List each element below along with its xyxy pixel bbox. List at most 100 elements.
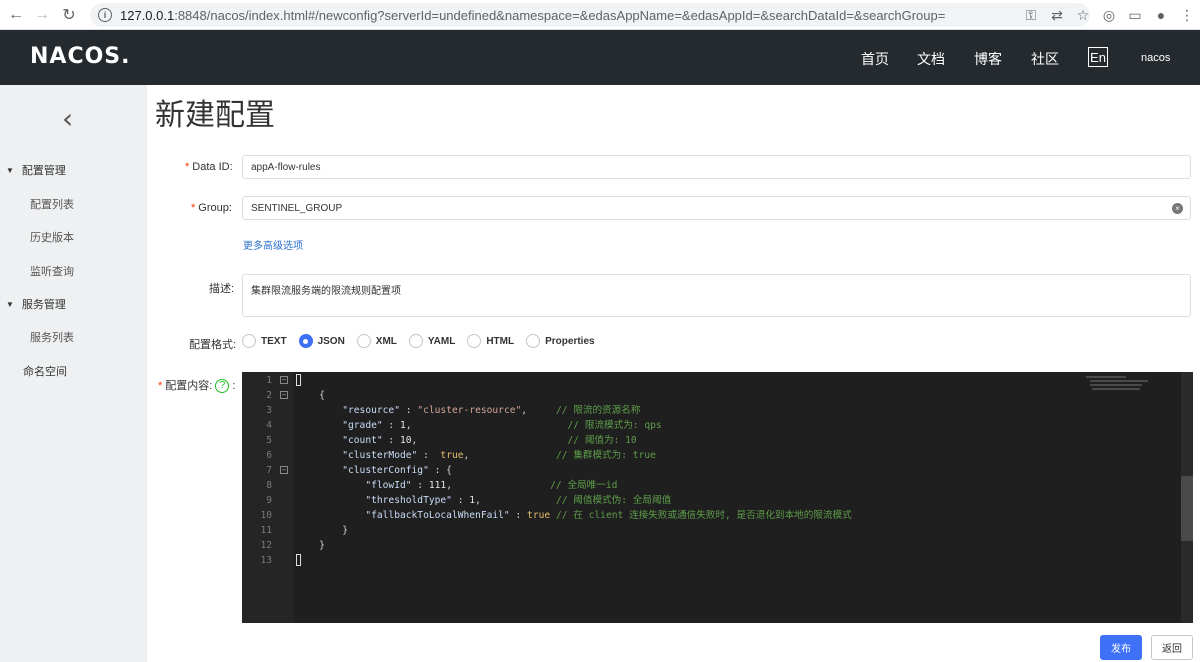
sidebar-item-listener[interactable]: 监听查询 [30, 263, 74, 279]
fold-toggle-icon[interactable]: − [280, 376, 288, 384]
caret-down-icon: ▼ [6, 165, 14, 175]
format-radio-xml[interactable]: XML [356, 334, 397, 348]
line-number: 3 [266, 405, 272, 416]
address-bar[interactable]: i 127.0.0.1:8848/nacos/index.html#/newco… [90, 3, 1090, 27]
code-line[interactable]: 2− { [242, 388, 1193, 403]
line-number: 1 [266, 375, 272, 386]
code-text: { [296, 390, 325, 401]
menu-group-service[interactable]: ▼ 服务管理 [6, 296, 66, 312]
format-radio-yaml[interactable]: YAML [408, 334, 455, 348]
help-icon[interactable]: ? [215, 379, 230, 394]
code-text: } [296, 525, 348, 536]
code-text: "flowId" : 111, // 全局唯一id [365, 480, 618, 491]
fold-toggle-icon[interactable]: − [280, 391, 288, 399]
code-text [296, 373, 301, 388]
line-number: 9 [266, 495, 272, 506]
format-radio-properties[interactable]: Properties [526, 334, 595, 348]
page-title: 新建配置 [155, 99, 275, 132]
user-name[interactable]: nacos [1141, 52, 1170, 64]
code-text: "grade" : 1, // 限流模式为: qps [342, 420, 662, 431]
format-radio-group: TEXT JSON XML YAML HTML Properties [242, 334, 607, 348]
code-text [296, 553, 301, 568]
group-input[interactable]: SENTINEL_GROUP × [242, 196, 1191, 220]
browser-toolbar: ← → ↻ i 127.0.0.1:8848/nacos/index.html#… [0, 0, 1200, 30]
line-number: 7 [266, 465, 272, 476]
menu-group-config[interactable]: ▼ 配置管理 [6, 162, 66, 178]
nav-docs[interactable]: 文档 [917, 49, 945, 69]
url-host: 127.0.0.1 [120, 7, 175, 23]
app-header: NACOS. 首页 文档 博客 社区 En nacos [0, 30, 1200, 85]
group-value: SENTINEL_GROUP [251, 202, 343, 214]
nav-community[interactable]: 社区 [1031, 49, 1059, 69]
code-line[interactable]: 8 "flowId" : 111, // 全局唯一id [242, 478, 1193, 493]
line-number: 13 [260, 555, 272, 566]
code-text: "clusterConfig" : { [342, 465, 452, 476]
code-line[interactable]: 7− "clusterConfig" : { [242, 463, 1193, 478]
code-line[interactable]: 12 } [242, 538, 1193, 553]
nav-blog[interactable]: 博客 [974, 49, 1002, 69]
code-line[interactable]: 5 "count" : 10, // 阈值为: 10 [242, 433, 1193, 448]
code-text: "resource" : "cluster-resource", // 限流的资… [342, 405, 641, 416]
data-id-input[interactable]: appA-flow-rules [242, 155, 1191, 179]
line-number: 6 [266, 450, 272, 461]
text-cursor [296, 374, 301, 386]
description-textarea[interactable]: 集群限流服务端的限流规则配置项 [242, 274, 1191, 317]
line-number: 10 [260, 510, 272, 521]
language-toggle[interactable]: En [1088, 47, 1108, 67]
sidebar-item-service-list[interactable]: 服务列表 [30, 329, 74, 345]
group-label: * Group: [191, 202, 232, 214]
url-path: :8848/nacos/index.html#/newconfig?server… [174, 7, 946, 23]
code-line[interactable]: 3 "resource" : "cluster-resource", // 限流… [242, 403, 1193, 418]
code-line[interactable]: 13 [242, 553, 1193, 568]
code-editor[interactable]: 1−2− {3 "resource" : "cluster-resource",… [242, 372, 1193, 623]
clear-icon[interactable]: × [1172, 203, 1183, 214]
data-id-label: * Data ID: [185, 161, 233, 173]
text-cursor [296, 554, 301, 566]
nav-home[interactable]: 首页 [861, 49, 889, 69]
star-icon[interactable]: ☆ [1070, 2, 1096, 28]
format-radio-json[interactable]: JSON [298, 334, 345, 348]
sidebar-item-history[interactable]: 历史版本 [30, 229, 74, 245]
cast-icon[interactable]: ▭ [1122, 2, 1148, 28]
line-number: 5 [266, 435, 272, 446]
more-icon[interactable]: ⋮ [1174, 2, 1200, 28]
format-radio-text[interactable]: TEXT [242, 334, 287, 348]
chevron-left-icon[interactable]: ‹ [62, 105, 80, 133]
back-arrow-icon[interactable]: ← [2, 1, 30, 29]
sidebar-item-config-list[interactable]: 配置列表 [30, 196, 74, 212]
translate-icon[interactable]: ⇄ [1044, 2, 1070, 28]
line-number: 8 [266, 480, 272, 491]
line-number: 11 [260, 525, 272, 536]
code-line[interactable]: 10 "fallbackToLocalWhenFail" : true // 在… [242, 508, 1193, 523]
code-line[interactable]: 9 "thresholdType" : 1, // 阈值模式伪: 全局阈值 [242, 493, 1193, 508]
code-line[interactable]: 4 "grade" : 1, // 限流模式为: qps [242, 418, 1193, 433]
code-text: "fallbackToLocalWhenFail" : true // 在 cl… [365, 510, 852, 521]
code-line[interactable]: 11 } [242, 523, 1193, 538]
code-line[interactable]: 6 "clusterMode" : true, // 集群模式为: true [242, 448, 1193, 463]
nacos-logo[interactable]: NACOS. [30, 44, 131, 69]
code-line[interactable]: 1− [242, 373, 1193, 388]
line-number: 12 [260, 540, 272, 551]
sidebar-item-namespace[interactable]: 命名空间 [23, 363, 67, 379]
site-info-icon[interactable]: i [98, 8, 112, 22]
content-label: * 配置内容:? : [158, 379, 236, 394]
back-button[interactable]: 返回 [1151, 635, 1193, 660]
reload-icon[interactable]: ↻ [55, 1, 83, 29]
sidebar: ‹ ▼ 配置管理 配置列表 历史版本 监听查询 ▼ 服务管理 服务列表 命名空间 [0, 85, 147, 662]
code-text: "thresholdType" : 1, // 阈值模式伪: 全局阈值 [365, 495, 672, 506]
desc-label: 描述: [209, 283, 235, 295]
publish-button[interactable]: 发布 [1100, 635, 1142, 660]
forward-arrow-icon[interactable]: → [28, 1, 56, 29]
url-text: 127.0.0.1:8848/nacos/index.html#/newconf… [120, 8, 945, 23]
fold-toggle-icon[interactable]: − [280, 466, 288, 474]
extension-icon[interactable]: ◎ [1096, 2, 1122, 28]
menu-group-label: 服务管理 [21, 299, 66, 311]
format-radio-html[interactable]: HTML [467, 334, 514, 348]
caret-down-icon: ▼ [6, 299, 14, 309]
advanced-options-link[interactable]: 更多高级选项 [243, 237, 303, 252]
profile-icon[interactable]: ● [1148, 2, 1174, 28]
menu-group-label: 配置管理 [21, 165, 66, 177]
key-icon[interactable]: ⚿ [1018, 2, 1044, 28]
code-text: } [296, 540, 325, 551]
line-number: 4 [266, 420, 272, 431]
